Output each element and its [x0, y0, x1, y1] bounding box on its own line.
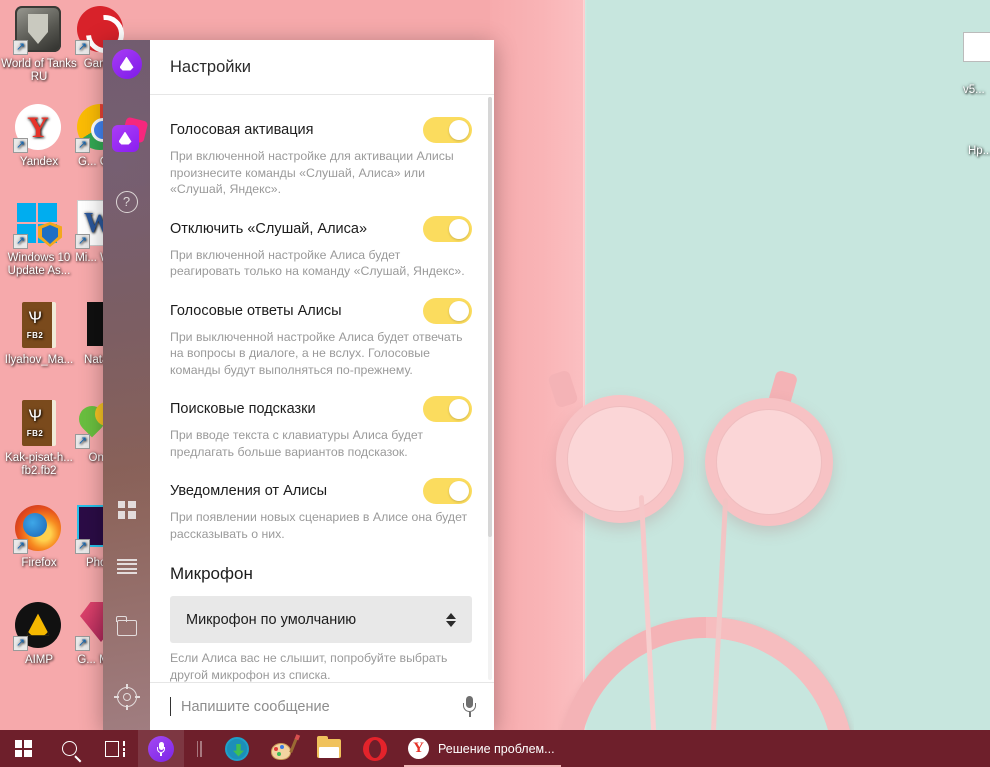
start-button[interactable] — [0, 730, 46, 767]
desktop-icon-label: Hp... — [968, 145, 990, 157]
toggle-voice-replies[interactable] — [423, 297, 472, 324]
task-view-button[interactable] — [92, 730, 138, 767]
fb2-book-icon: Ѱ FB2 — [15, 400, 63, 448]
alice-assistant-panel: ? Настройки Голосовая активация При вклю… — [103, 40, 494, 730]
toggle-voice-activation[interactable] — [423, 117, 472, 143]
alice-taskbar-button[interactable] — [138, 730, 184, 767]
setting-title: Голосовая активация — [170, 122, 314, 138]
world-of-tanks-icon: ↗ — [13, 6, 63, 55]
gear-icon — [113, 683, 140, 710]
sidebar-item-alice-skills[interactable] — [103, 114, 150, 161]
taskbar-active-window[interactable]: Y Решение проблем... — [398, 730, 567, 767]
alice-logo-icon — [111, 48, 142, 79]
setting-voice-replies: Голосовые ответы Алисы — [170, 297, 472, 324]
sidebar-item-apps[interactable] — [103, 486, 150, 533]
wallpaper-pink-gradient — [490, 0, 585, 730]
chevron-updown-icon — [446, 612, 456, 627]
toggle-disable-listen-alice[interactable] — [423, 215, 472, 242]
microphone-description: Если Алиса вас не слышит, попробуйте выб… — [170, 651, 448, 682]
yandex-browser-icon: Y ↗ — [13, 104, 63, 153]
aimp-icon: ↗ — [13, 602, 63, 651]
yandex-browser-icon: Y — [408, 738, 429, 759]
microphone-select[interactable]: Микрофон по умолчанию — [170, 596, 472, 643]
microphone-select-value: Микрофон по умолчанию — [186, 611, 357, 628]
fb2-book-icon: Ѱ FB2 — [15, 302, 63, 350]
setting-notifications: Уведомления от Алисы — [170, 478, 472, 504]
sidebar-item-files[interactable] — [103, 604, 150, 651]
setting-description: При появлении новых сценариев в Алисе он… — [170, 510, 468, 541]
toggle-notifications[interactable] — [423, 478, 472, 504]
screen: ↗ World of Tanks RU ↗ Gam... Y ↗ Yandex ↗… — [0, 0, 990, 767]
opera-icon — [363, 736, 387, 761]
windows-logo-icon — [14, 740, 32, 757]
opera-button[interactable] — [352, 730, 398, 767]
sidebar-item-help[interactable]: ? — [103, 178, 150, 225]
setting-description: При вводе текста с клавиатуры Алиса буде… — [170, 428, 423, 459]
alice-panel-body: Настройки Голосовая активация При включе… — [150, 40, 494, 730]
microphone-icon — [148, 735, 174, 762]
setting-disable-listen-alice: Отключить «Слушай, Алиса» — [170, 215, 472, 242]
menu-list-icon — [116, 559, 137, 574]
microphone-icon[interactable] — [463, 696, 476, 717]
setting-description: При включенной настройке для активации А… — [170, 149, 454, 196]
taskbar-window-title: Решение проблем... — [438, 741, 555, 756]
sm-icon — [963, 32, 990, 80]
utorrent-icon — [225, 736, 249, 761]
task-view-icon — [105, 740, 125, 757]
sidebar-item-menu[interactable] — [103, 543, 150, 590]
setting-title: Отключить «Слушай, Алиса» — [170, 220, 368, 237]
text-caret — [170, 697, 171, 716]
help-icon: ? — [115, 190, 138, 213]
setting-search-suggestions: Поисковые подсказки — [170, 396, 472, 422]
desktop-icon-right-edge-2[interactable]: Hp... — [968, 145, 990, 158]
setting-title: Уведомления от Алисы — [170, 483, 328, 499]
desktop-icon-label: v5... — [963, 84, 985, 96]
search-icon — [61, 741, 77, 756]
paint-icon — [271, 737, 298, 760]
microphone-section-title: Микрофон — [170, 564, 253, 583]
alice-panel-header: Настройки — [150, 40, 494, 95]
alice-sidebar-rail: ? — [103, 40, 150, 730]
divider-icon — [193, 740, 205, 757]
apps-grid-icon — [117, 500, 136, 519]
toggle-search-suggestions[interactable] — [423, 396, 472, 422]
taskbar-divider — [184, 730, 214, 767]
setting-title: Поисковые подсказки — [170, 401, 316, 417]
windows-taskbar: Y Решение проблем... — [0, 730, 990, 767]
sidebar-item-settings[interactable] — [103, 673, 150, 720]
setting-description: При включенной настройке Алиса будет реа… — [170, 247, 465, 279]
setting-title: Голосовые ответы Алисы — [170, 302, 342, 319]
setting-description: При выключенной настройке Алиса будет от… — [170, 329, 463, 377]
desktop-icon-right-edge-1[interactable]: v5... — [963, 32, 990, 97]
explorer-button[interactable] — [306, 730, 352, 767]
folder-icon — [115, 615, 137, 636]
message-input-placeholder[interactable]: Напишите сообщение — [181, 699, 453, 715]
alice-skills-icon — [111, 116, 148, 153]
folder-icon — [317, 736, 341, 758]
alice-message-input-bar[interactable]: Напишите сообщение — [150, 682, 494, 730]
settings-scrollbar[interactable] — [488, 97, 492, 680]
setting-voice-activation: Голосовая активация — [170, 117, 472, 143]
utorrent-button[interactable] — [214, 730, 260, 767]
headphone-earcup-left — [556, 395, 684, 523]
firefox-icon: ↗ — [13, 505, 63, 554]
windows-update-assistant-icon: ↗ — [13, 200, 63, 249]
page-title: Настройки — [170, 57, 251, 76]
wallpaper-seam — [583, 0, 587, 730]
sidebar-item-alice-logo[interactable] — [103, 40, 150, 87]
alice-settings-scroll-area[interactable]: Голосовая активация При включенной настр… — [150, 95, 494, 682]
alice-settings-list: Голосовая активация При включенной настр… — [150, 95, 494, 682]
paint-button[interactable] — [260, 730, 306, 767]
search-button[interactable] — [46, 730, 92, 767]
